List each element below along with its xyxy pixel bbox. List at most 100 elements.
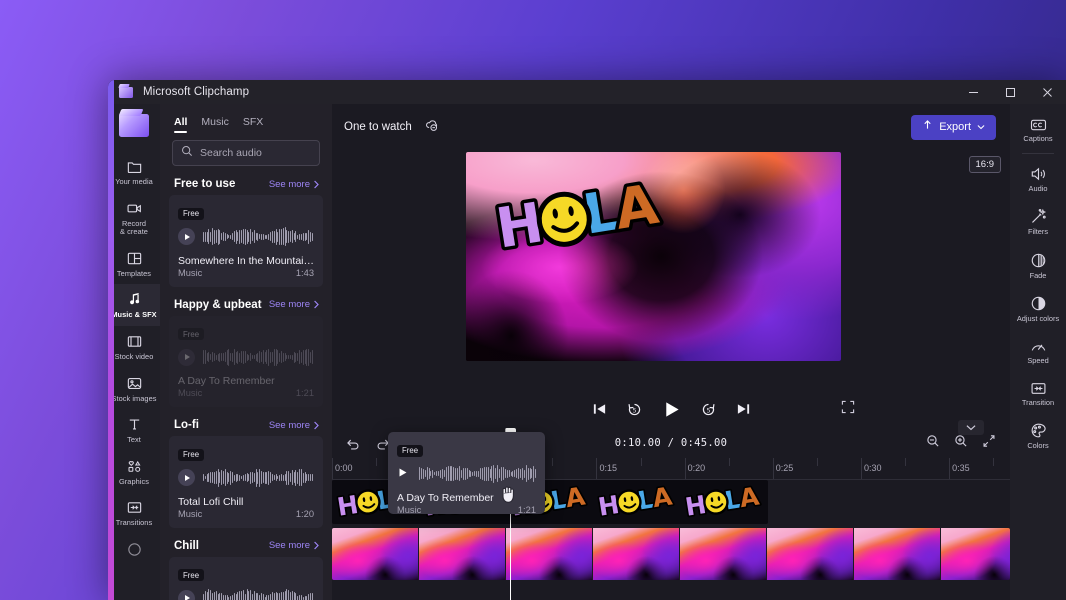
section-header-chill: Chill See more	[160, 528, 332, 557]
play-icon[interactable]	[178, 589, 195, 600]
sidebar-item-label: Transitions	[115, 518, 153, 528]
audio-track-card[interactable]: Free A Day To Remember Music 1:21	[169, 315, 323, 407]
tab-captions[interactable]: Captions	[1010, 110, 1066, 151]
forward-5-icon[interactable]: 5	[701, 402, 716, 417]
tab-filters[interactable]: Filters	[1010, 200, 1066, 244]
contrast-circle-icon	[1030, 295, 1047, 312]
waveform-row	[397, 463, 536, 485]
sidebar-item-stock-images[interactable]: Stock images	[108, 368, 160, 410]
fullscreen-icon[interactable]	[841, 400, 855, 419]
rewind-5-icon[interactable]: 5	[627, 402, 642, 417]
play-icon[interactable]	[178, 348, 195, 366]
video-preview-area: 16:9 H L A	[332, 150, 1010, 390]
upload-arrow-icon	[922, 118, 933, 136]
audio-track-card[interactable]: Free Total Lofi Chill Music 1:20	[169, 436, 323, 528]
sidebar-item-label: Graphics	[119, 476, 149, 486]
waveform	[419, 464, 536, 484]
image-icon	[126, 375, 143, 392]
tab-colors[interactable]: Colors	[1010, 414, 1066, 458]
ruler-tick-minor	[376, 458, 378, 466]
track-title: Somewhere In the Mountain...	[178, 254, 314, 267]
text-t-icon	[126, 416, 143, 433]
see-more-link[interactable]: See more	[269, 179, 320, 190]
waveform-row	[178, 467, 314, 489]
tab-fade[interactable]: Fade	[1010, 244, 1066, 288]
chevron-right-icon	[314, 180, 319, 188]
track-meta: Music 1:43	[178, 268, 314, 278]
window-title: Microsoft Clipchamp	[143, 86, 250, 98]
see-more-link[interactable]: See more	[269, 299, 320, 310]
tab-sfx[interactable]: SFX	[243, 116, 263, 133]
zoom-in-icon[interactable]	[954, 434, 968, 453]
play-icon[interactable]	[662, 400, 681, 419]
ruler-tick-minor	[993, 458, 995, 466]
minimize-icon[interactable]	[955, 80, 992, 104]
tab-speed[interactable]: Speed	[1010, 331, 1066, 373]
search-audio-input[interactable]: Search audio	[172, 140, 320, 166]
audio-track-card[interactable]: Free	[169, 556, 323, 600]
fit-to-timeline-icon[interactable]	[982, 434, 996, 453]
track-duration: 1:20	[295, 508, 314, 519]
tab-all[interactable]: All	[174, 116, 188, 133]
sidebar-item-record-create[interactable]: Record & create	[108, 193, 160, 243]
see-more-link[interactable]: See more	[269, 540, 320, 551]
video-preview[interactable]: H L A	[466, 152, 841, 361]
maximize-icon[interactable]	[992, 80, 1029, 104]
section-title: Chill	[174, 539, 199, 552]
ruler-tick-minor	[640, 458, 642, 466]
tab-transition[interactable]: Transition	[1010, 373, 1066, 415]
title-bar: Microsoft Clipchamp	[108, 80, 1066, 104]
text-clip-thumbnail: HLA	[593, 480, 680, 524]
sidebar-item-text[interactable]: Text	[108, 409, 160, 451]
sidebar-item-graphics[interactable]: Graphics	[108, 451, 160, 493]
clipchamp-rail-logo-icon	[119, 114, 149, 137]
section-header-happy-upbeat: Happy & upbeat See more	[160, 287, 332, 316]
free-badge: Free	[178, 448, 205, 461]
ruler-label: 0:15	[599, 463, 617, 473]
sidebar-item-music-sfx[interactable]: Music & SFX	[108, 284, 160, 326]
audio-track-card[interactable]: Free Somewhere In the Mountain... Music …	[169, 195, 323, 287]
project-title[interactable]: One to watch	[344, 121, 412, 133]
waveform-row	[178, 346, 314, 368]
sidebar-item-stock-video[interactable]: Stock video	[108, 326, 160, 368]
grabbing-hand-cursor	[500, 484, 517, 509]
waveform	[203, 588, 314, 600]
rail-item-label: Captions	[1023, 134, 1053, 143]
sidebar-item-label: Your media	[115, 177, 153, 186]
zoom-out-icon[interactable]	[926, 434, 940, 453]
close-icon[interactable]	[1029, 80, 1066, 104]
table-row[interactable]	[332, 528, 1010, 580]
track-type: Music	[397, 504, 422, 515]
section-header-free-to-use: Free to use See more	[160, 166, 332, 195]
properties-rail: Captions Audio Filters Fade Adjust color…	[1010, 104, 1066, 600]
rail-item-label: Colors	[1027, 441, 1049, 451]
sidebar-item-more[interactable]	[108, 534, 160, 564]
play-icon[interactable]	[178, 469, 195, 486]
play-icon[interactable]	[178, 228, 195, 245]
clipchamp-logo-icon	[119, 86, 133, 98]
left-navigation-rail: Your media Record & create Templates Mus…	[108, 104, 160, 600]
transition-icon	[1030, 381, 1047, 396]
sidebar-item-transitions[interactable]: Transitions	[108, 492, 160, 534]
magic-wand-icon	[1030, 208, 1047, 225]
video-clip-thumbnail	[506, 528, 592, 580]
tab-adjust-colors[interactable]: Adjust colors	[1010, 287, 1066, 331]
cloud-saved-icon	[425, 118, 440, 137]
palette-icon	[1030, 422, 1047, 439]
ruler-label: 0:00	[335, 463, 353, 473]
sidebar-item-label: Text	[127, 435, 141, 445]
skip-next-icon[interactable]	[736, 402, 751, 416]
speaker-icon	[1030, 166, 1047, 182]
skip-previous-icon[interactable]	[592, 402, 607, 416]
track-type: Music	[178, 267, 203, 278]
tab-audio[interactable]: Audio	[1010, 158, 1066, 201]
tab-music[interactable]: Music	[201, 116, 228, 133]
sidebar-item-templates[interactable]: Templates	[108, 243, 160, 285]
see-more-link[interactable]: See more	[269, 420, 320, 431]
sidebar-item-label: Templates	[116, 268, 152, 278]
track-duration: 1:21	[295, 388, 314, 398]
undo-icon[interactable]	[346, 437, 360, 450]
aspect-ratio-badge[interactable]: 16:9	[968, 156, 1001, 173]
export-button[interactable]: Export	[911, 114, 996, 140]
sidebar-item-your-media[interactable]: Your media	[108, 151, 160, 193]
